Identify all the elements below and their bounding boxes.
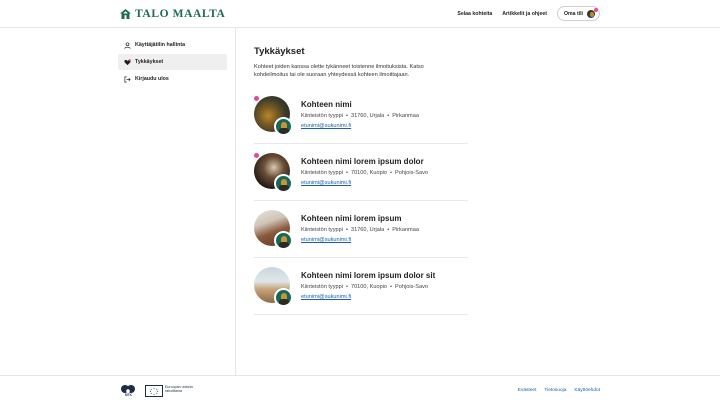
footer-links: Evästeet Tietosuoja Käyttöehdot bbox=[518, 388, 600, 393]
listing-meta: Kiinteistön tyyppi • 31760, Urjala • Pirkanm… bbox=[301, 227, 419, 233]
contact-email-link[interactable]: etunimi@sukunimi.fi bbox=[301, 123, 351, 129]
footer-link-privacy[interactable]: Tietosuoja bbox=[544, 388, 566, 393]
property-type: Kiinteistön tyyppi bbox=[301, 227, 343, 233]
logout-icon bbox=[124, 76, 131, 82]
listing-thumbnail[interactable] bbox=[254, 267, 294, 307]
listing-location: 70100, Kuopio bbox=[350, 284, 388, 290]
page-description: Kohteet joiden kanssa olette tykänneet t… bbox=[254, 64, 424, 79]
sidebar-item-label: Tykkäykset bbox=[135, 59, 164, 65]
notification-dot bbox=[253, 95, 260, 102]
listing-meta: Kiinteistön tyyppi • 31760, Urjala • Pirkanm… bbox=[301, 113, 419, 119]
heart-icon bbox=[124, 58, 131, 65]
listing-thumbnail[interactable] bbox=[254, 210, 294, 250]
eu-funding-text: Euroopan unionin rahoittama bbox=[165, 385, 194, 394]
listing-location: 31760, Urjala bbox=[350, 113, 385, 119]
mtk-label: MTK bbox=[125, 393, 132, 397]
liked-listing-card[interactable]: Kohteen nimi lorem ipsum dolor Kiinteist… bbox=[253, 152, 468, 201]
page-title: Tykkäykset bbox=[254, 46, 305, 57]
contact-email-link[interactable]: etunimi@sukunimi.fi bbox=[301, 237, 351, 243]
listing-meta: Kiinteistön tyyppi • 70100, Kuopio • Pohjois… bbox=[301, 170, 428, 176]
logo-text: TALO MAALTA bbox=[135, 8, 226, 20]
liked-listing-card[interactable]: Kohteen nimi lorem ipsum Kiinteistön tyy… bbox=[254, 210, 468, 258]
footer-link-terms[interactable]: Käyttöehdot bbox=[574, 388, 600, 393]
property-type: Kiinteistön tyyppi bbox=[301, 113, 343, 119]
contact-email-link[interactable]: etunimi@sukunimi.fi bbox=[301, 294, 351, 300]
eu-flag-icon bbox=[145, 385, 163, 397]
main-content: Tykkäykset Kohteet joiden kanssa olette … bbox=[253, 28, 584, 375]
listing-thumbnail[interactable] bbox=[253, 95, 294, 136]
listing-title[interactable]: Kohteen nimi lorem ipsum dolor bbox=[301, 157, 424, 166]
property-type: Kiinteistön tyyppi bbox=[301, 284, 343, 290]
nav-articles[interactable]: Artikkelit ja ohjeet bbox=[502, 11, 547, 17]
top-header: TALO MAALTA Selaa kohteita Artikkelit ja… bbox=[0, 0, 720, 28]
user-icon bbox=[124, 41, 131, 49]
sidebar-item-label: Käyttäjätilin hallinta bbox=[135, 42, 186, 48]
house-logo-icon bbox=[120, 9, 131, 19]
listing-thumbnail[interactable] bbox=[253, 152, 294, 193]
sidebar-item-likes[interactable]: Tykkäykset bbox=[118, 54, 227, 70]
liked-listing-card[interactable]: Kohteen nimi Kiinteistön tyyppi • 31760, U… bbox=[253, 95, 468, 144]
liked-listing-card[interactable]: Kohteen nimi lorem ipsum dolor sit Kiint… bbox=[254, 267, 468, 315]
listing-region: Pohjois-Savo bbox=[395, 170, 428, 176]
footer-link-cookies[interactable]: Evästeet bbox=[518, 388, 537, 393]
account-label: Oma tili bbox=[563, 10, 583, 17]
sidebar-item-label: Kirjaudu ulos bbox=[135, 76, 169, 82]
listing-location: 70100, Kuopio bbox=[350, 170, 388, 176]
owner-avatar bbox=[274, 231, 293, 250]
listing-meta: Kiinteistön tyyppi • 70100, Kuopio • Pohjois… bbox=[301, 284, 428, 290]
listing-location: 31760, Urjala bbox=[350, 227, 385, 233]
listing-title[interactable]: Kohteen nimi lorem ipsum bbox=[301, 214, 401, 223]
owner-avatar bbox=[274, 288, 293, 307]
site-logo[interactable]: TALO MAALTA bbox=[120, 8, 225, 20]
contact-email-link[interactable]: etunimi@sukunimi.fi bbox=[301, 180, 351, 186]
sidebar-item-logout[interactable]: Kirjaudu ulos bbox=[118, 71, 227, 87]
site-footer: MTK Euroopan unionin rahoittama Evästeet… bbox=[0, 375, 720, 405]
sidebar-item-account[interactable]: Käyttäjätilin hallinta bbox=[118, 37, 227, 53]
notification-dot bbox=[253, 152, 260, 159]
nav-browse-listings[interactable]: Selaa kohteita bbox=[457, 11, 492, 17]
listing-region: Pohjois-Savo bbox=[395, 284, 428, 290]
owner-avatar bbox=[274, 174, 293, 193]
listing-title[interactable]: Kohteen nimi lorem ipsum dolor sit bbox=[301, 271, 435, 280]
notification-dot bbox=[594, 8, 598, 12]
property-type: Kiinteistön tyyppi bbox=[301, 170, 343, 176]
sidebar: Käyttäjätilin hallinta Tykkäykset Kirjau… bbox=[0, 28, 236, 375]
owner-avatar bbox=[274, 117, 293, 136]
listing-region: Pirkanmaa bbox=[392, 227, 419, 233]
account-button[interactable]: Oma tili bbox=[556, 6, 600, 21]
listing-title[interactable]: Kohteen nimi bbox=[301, 100, 352, 109]
main-nav: Selaa kohteita Artikkelit ja ohjeet Oma … bbox=[457, 6, 600, 21]
listing-region: Pirkanmaa bbox=[392, 113, 419, 119]
